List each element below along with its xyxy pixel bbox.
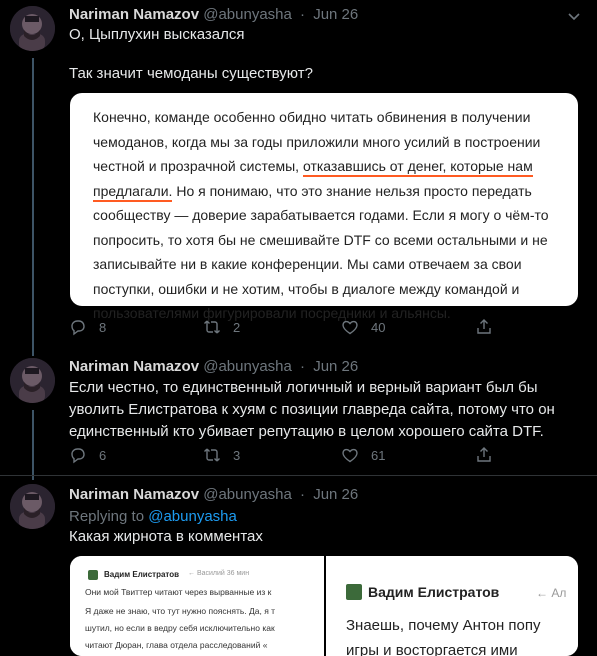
- tweet-text-line: О, Цыплухин высказался: [69, 26, 245, 43]
- tweet-text-line: Какая жирнота в комментах: [69, 528, 263, 545]
- retweet-icon: [204, 320, 220, 334]
- like-button[interactable]: 61: [341, 446, 385, 464]
- reply-count: 6: [99, 447, 107, 463]
- tweet-text-line: Если честно, то единственный логичный и …: [69, 379, 538, 396]
- quote-line: поступки, ошибки и не хотим, чтобы в диа…: [93, 280, 520, 297]
- avatar[interactable]: [10, 6, 55, 51]
- retweet-button[interactable]: 3: [203, 446, 240, 464]
- share-icon: [477, 447, 491, 462]
- quote-text: Конечно, команде особенно обидно читать …: [93, 105, 563, 326]
- share-button[interactable]: [475, 318, 505, 336]
- media-text-line: игры и восторгается ими: [346, 642, 518, 656]
- tweet-text-line: уволить Елистратова к хуям с позиции гла…: [69, 401, 555, 418]
- media-meta: ← Василий 36 мин: [188, 570, 250, 577]
- separator-dot: ·: [300, 486, 306, 503]
- tweet-text-line: единственный кто убивает репутацию в цел…: [69, 423, 544, 440]
- media-text-line: Я даже не знаю, что тут нужно пояснять. …: [85, 606, 276, 616]
- reply-count: 8: [99, 319, 107, 335]
- media-text-line: Они мой Твиттер читают через вырванные и…: [85, 587, 272, 597]
- like-icon: [342, 320, 358, 335]
- avatar: [88, 570, 98, 580]
- retweet-button[interactable]: 2: [203, 318, 240, 336]
- media-text-line: Знаешь, почему Антон попу: [346, 617, 541, 634]
- share-button[interactable]: [475, 446, 505, 464]
- highlighted-phrase: отказавшись от денег, которые нам: [302, 158, 533, 177]
- media-text-line: читают Дюран, глава отдела расследований…: [85, 640, 268, 650]
- avatar[interactable]: [10, 358, 55, 403]
- author-name[interactable]: Nariman Namazov: [69, 6, 199, 23]
- reply-icon: [71, 320, 85, 336]
- retweet-icon: [204, 448, 220, 462]
- author-handle[interactable]: @abunyasha: [203, 486, 292, 503]
- share-icon: [477, 319, 491, 334]
- like-count: 40: [371, 319, 386, 335]
- media-author-name: Вадим Елистратов: [104, 570, 180, 579]
- author-name[interactable]: Nariman Namazov: [69, 358, 199, 375]
- retweet-count: 2: [233, 319, 241, 335]
- tweet[interactable]: Nariman Namazov @abunyasha · Jun 26 Если…: [0, 350, 597, 472]
- quote-image-card[interactable]: Конечно, команде особенно обидно читать …: [70, 93, 578, 321]
- media-panel-right[interactable]: Вадим Елистратов ← Ал Знаешь, почему Ант…: [326, 556, 578, 656]
- reply-button[interactable]: 8: [69, 318, 106, 336]
- replying-to-label: Replying to: [69, 508, 145, 525]
- avatar[interactable]: [10, 484, 55, 529]
- tweet-actions: 8 2 40: [69, 318, 509, 338]
- tweet-date[interactable]: Jun 26: [313, 358, 358, 375]
- tweet-header: Nariman Namazov @abunyasha · Jun 26: [69, 6, 358, 23]
- quote-line: сообществу — доверие зарабатывается года…: [93, 207, 549, 223]
- media-attachment[interactable]: Вадим Елистратов ← Василий 36 мин Они мо…: [70, 556, 578, 656]
- author-handle[interactable]: @abunyasha: [203, 6, 292, 23]
- like-button[interactable]: 40: [341, 318, 385, 336]
- avatar: [346, 584, 362, 600]
- highlighted-phrase: предлагали.: [93, 182, 173, 202]
- quote-line: честной и прозрачной системы, отказавшис…: [93, 154, 563, 179]
- like-count: 61: [371, 447, 386, 463]
- tweet-date[interactable]: Jun 26: [313, 486, 358, 503]
- quote-line: Конечно, команде особенно обидно читать …: [93, 109, 531, 125]
- quote-line: предлагали. Но я понимаю, что это знание…: [93, 179, 563, 204]
- tweet-header: Nariman Namazov @abunyasha · Jun 26: [69, 486, 358, 503]
- reply-icon: [71, 448, 85, 464]
- retweet-count: 3: [233, 447, 241, 463]
- tweet-actions: 6 3 61: [69, 446, 509, 466]
- quote-line: записывайте ни в какие конференции. Мы с…: [93, 256, 522, 272]
- media-meta: ← Ал: [536, 586, 567, 600]
- media-text-line: шутил, но если в ведру себя исключительн…: [85, 623, 275, 633]
- reply-button[interactable]: 6: [69, 446, 106, 464]
- tweet-date[interactable]: Jun 26: [313, 6, 358, 23]
- tweet[interactable]: Nariman Namazov @abunyasha · Jun 26 О, Ц…: [0, 0, 597, 350]
- like-icon: [342, 448, 358, 463]
- author-name[interactable]: Nariman Namazov: [69, 486, 199, 503]
- replying-to: Replying to @abunyasha: [69, 506, 237, 528]
- media-panel-left[interactable]: Вадим Елистратов ← Василий 36 мин Они мо…: [70, 556, 324, 656]
- separator-dot: ·: [300, 6, 306, 23]
- separator-dot: ·: [300, 358, 306, 375]
- tweet-text-line: Так значит чемоданы существуют?: [69, 65, 313, 82]
- tweet-header: Nariman Namazov @abunyasha · Jun 26: [69, 358, 358, 375]
- replying-to-handle[interactable]: @abunyasha: [148, 508, 237, 525]
- media-author-name: Вадим Елистратов: [368, 584, 500, 600]
- quote-line: чемоданов, когда мы за годы приложили мн…: [93, 133, 541, 150]
- quote-line: попросить, то хотя бы не смешивайте DTF …: [93, 231, 548, 248]
- chevron-down-icon[interactable]: [565, 7, 583, 25]
- author-handle[interactable]: @abunyasha: [203, 358, 292, 375]
